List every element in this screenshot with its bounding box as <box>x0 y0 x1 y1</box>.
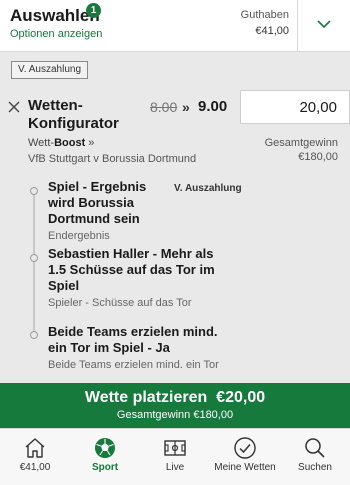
check-circle-icon <box>234 437 256 459</box>
leg-dot <box>30 187 38 195</box>
nav-item-search[interactable]: Suchen <box>280 429 350 485</box>
bet-type[interactable]: Wett-Boost » <box>28 137 94 149</box>
chevron-down-icon[interactable] <box>316 16 332 32</box>
balance-label: Guthaben <box>240 9 289 21</box>
search-icon <box>305 438 325 458</box>
cashout-button[interactable]: V. Auszahlung <box>11 61 89 79</box>
betslip-header: Auswahlen 1 Optionen anzeigen Guthaben €… <box>0 0 350 52</box>
bet-title: Wetten-Konfigurator <box>28 97 119 132</box>
pitch-icon <box>164 440 186 456</box>
nav-label: €41,00 <box>19 462 51 473</box>
bet-leg: Spiel - Ergebnis wird Borussia Dortmund … <box>48 179 168 242</box>
bottom-nav: €41,00 Sport Live Meine Wetten Suchen <box>0 428 350 485</box>
bet-type-prefix: Wett- <box>28 137 55 149</box>
total-return-label: Gesamtgewinn <box>264 137 338 149</box>
place-bet-amount: €20,00 <box>216 389 266 406</box>
nav-label: Meine Wetten <box>214 462 276 473</box>
leg-dot <box>30 331 38 339</box>
total-return-value: €180,00 <box>298 151 338 163</box>
bet-leg: Sebastien Haller - Mehr als 1.5 Schüsse … <box>48 246 233 309</box>
nav-item-live[interactable]: Live <box>140 429 210 485</box>
nav-label: Live <box>165 462 185 473</box>
leg-title: Beide Teams erzielen mind. ein Tor im Sp… <box>48 324 218 355</box>
cashout-strip: V. Auszahlung <box>0 52 350 90</box>
odds-new: 9.00 <box>198 98 228 115</box>
bet-type-boost: Boost <box>54 137 86 149</box>
nav-item-home[interactable]: €41,00 <box>0 429 70 485</box>
close-icon[interactable] <box>8 101 20 113</box>
bet-type-suffix: » <box>85 137 95 149</box>
leg-market: Spieler - Schüsse auf das Tor <box>48 297 192 309</box>
leg-market: Beide Teams erzielen mind. ein Tor <box>48 359 219 371</box>
bet-card: Wetten-Konfigurator 8.00 » 9.00 20,00 We… <box>0 90 350 383</box>
balance-value: €41,00 <box>255 25 289 37</box>
nav-label: Suchen <box>298 462 332 473</box>
leg-title: Spiel - Ergebnis wird Borussia Dortmund … <box>48 179 147 226</box>
nav-label: Sport <box>91 462 119 473</box>
nav-item-sport[interactable]: Sport <box>70 429 140 485</box>
place-bet-label: Wette platzieren <box>84 389 208 406</box>
nav-item-my-bets[interactable]: Meine Wetten <box>210 429 280 485</box>
selections-count-badge: 1 <box>86 3 101 18</box>
football-icon <box>95 438 115 458</box>
home-icon <box>25 438 45 458</box>
header-divider <box>297 0 298 52</box>
leg-dot <box>30 254 38 262</box>
bet-leg: Beide Teams erzielen mind. ein Tor im Sp… <box>48 324 233 371</box>
event-name: VfB Stuttgart v Borussia Dortmund <box>28 153 197 165</box>
place-bet-button[interactable]: Wette platzieren €20,00 Gesamtgewinn €18… <box>0 383 350 428</box>
stake-input[interactable]: 20,00 <box>240 90 350 124</box>
place-bet-total: Gesamtgewinn €180,00 <box>116 409 234 421</box>
odds-old: 8.00 <box>150 99 178 115</box>
show-options-link[interactable]: Optionen anzeigen <box>10 28 102 40</box>
place-bet-main: Wette platzieren €20,00 <box>0 389 350 407</box>
cashout-indicator: V. Auszahlung <box>174 183 242 194</box>
leg-market: Endergebnis <box>48 230 110 242</box>
odds-boost-arrow: » <box>182 99 190 115</box>
leg-title: Sebastien Haller - Mehr als 1.5 Schüsse … <box>48 246 215 293</box>
